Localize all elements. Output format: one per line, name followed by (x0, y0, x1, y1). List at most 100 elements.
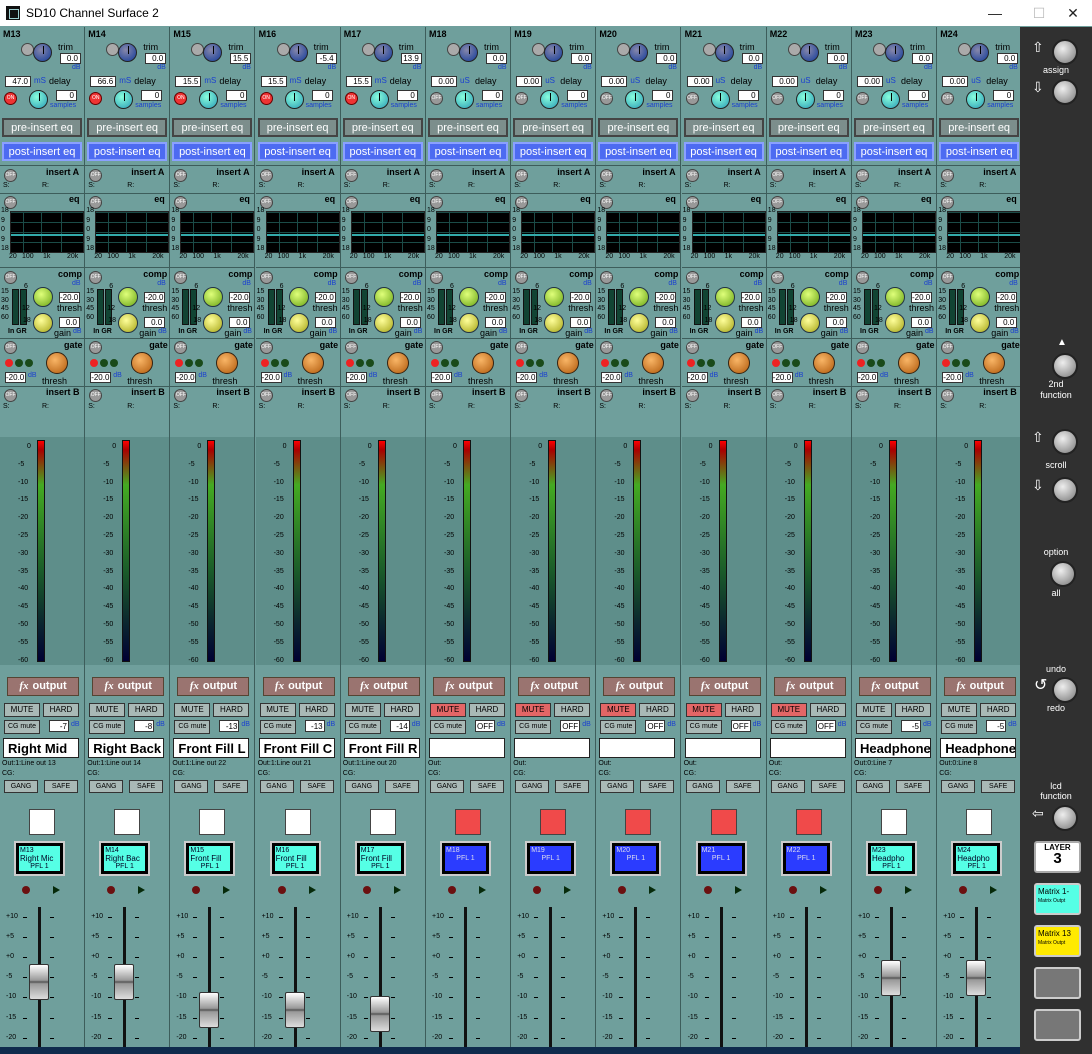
comp-thresh-knob[interactable] (714, 287, 735, 307)
play-icon[interactable] (53, 886, 60, 894)
play-icon[interactable] (649, 886, 657, 894)
lcd-display[interactable]: M19 PFL 1 (525, 841, 577, 876)
trim-knob[interactable] (33, 43, 52, 62)
record-icon[interactable] (362, 886, 371, 894)
post-insert-eq-button[interactable]: post-insert eq (513, 142, 594, 161)
fader-cap[interactable] (29, 964, 49, 1001)
close-button[interactable]: ✕ (1050, 0, 1092, 26)
delay-value[interactable]: 0.00 (516, 76, 543, 87)
delay-on-button[interactable]: OFF (685, 92, 699, 105)
cg-mute-value[interactable]: -13 (304, 720, 325, 732)
gate-off-button[interactable]: OFF (259, 341, 273, 354)
gang-button[interactable]: GANG (941, 780, 976, 793)
gate-off-button[interactable]: OFF (941, 341, 955, 354)
cg-mute-button[interactable]: CG mute (174, 720, 211, 734)
gang-button[interactable]: GANG (430, 780, 464, 793)
lcd-display[interactable]: M18 PFL 1 (440, 841, 491, 876)
channel-name[interactable]: Right Mid (3, 738, 79, 758)
fx-output-button[interactable]: fx output (944, 677, 1017, 696)
gate-thresh-knob[interactable] (983, 352, 1006, 374)
power-icon[interactable] (21, 43, 34, 56)
cg-mute-button[interactable]: CG mute (430, 720, 466, 734)
pre-insert-eq-button[interactable]: pre-insert eq (87, 118, 168, 137)
cg-mute-button[interactable]: CG mute (685, 720, 722, 734)
insert-b-off-button[interactable]: OFF (430, 389, 443, 402)
gang-button[interactable]: GANG (259, 780, 294, 793)
select-button[interactable] (29, 809, 55, 835)
eq-graph[interactable] (521, 211, 596, 253)
comp-thresh-knob[interactable] (459, 287, 479, 307)
cg-mute-value[interactable]: -13 (219, 720, 240, 732)
comp-off-button[interactable]: OFF (430, 271, 443, 284)
comp-thresh-value[interactable]: -20.0 (59, 292, 80, 303)
comp-thresh-knob[interactable] (203, 287, 224, 307)
gang-button[interactable]: GANG (515, 780, 550, 793)
safe-button[interactable]: SAFE (896, 780, 930, 793)
gate-off-button[interactable]: OFF (344, 341, 358, 354)
post-insert-eq-button[interactable]: post-insert eq (854, 142, 934, 161)
comp-off-button[interactable]: OFF (515, 271, 529, 284)
lcd-display[interactable]: M22 PFL 1 (780, 841, 832, 876)
delay-on-button[interactable]: OFF (941, 92, 955, 105)
cg-mute-button[interactable]: CG mute (4, 720, 40, 734)
insert-a-off-button[interactable]: OFF (856, 169, 869, 182)
comp-thresh-value[interactable]: -20.0 (655, 292, 677, 303)
select-button[interactable] (540, 809, 567, 835)
select-button[interactable] (795, 809, 822, 835)
fx-output-button[interactable]: fx output (518, 677, 591, 696)
trim-value[interactable]: 0.0 (486, 53, 507, 64)
trim-value[interactable]: 0.0 (656, 53, 678, 64)
channel-name[interactable]: Front Fill L (173, 738, 250, 758)
eq-graph[interactable] (691, 211, 766, 253)
fx-output-button[interactable]: fx output (7, 677, 79, 696)
insert-b-off-button[interactable]: OFF (174, 389, 188, 402)
record-icon[interactable] (788, 886, 797, 894)
trim-value[interactable]: 0.0 (741, 53, 763, 64)
lcd-display[interactable]: M20 PFL 1 (610, 841, 662, 876)
hard-button[interactable]: HARD (809, 703, 846, 717)
comp-thresh-knob[interactable] (799, 287, 820, 307)
fx-output-button[interactable]: fx output (433, 677, 505, 696)
record-icon[interactable] (874, 886, 882, 894)
trim-knob[interactable] (629, 43, 649, 62)
comp-gain-knob[interactable] (799, 313, 820, 333)
insert-b-off-button[interactable]: OFF (344, 389, 358, 402)
delay-on-button[interactable]: ON (259, 92, 273, 105)
comp-gain-value[interactable]: 0.0 (825, 317, 847, 328)
comp-gain-value[interactable]: 0.0 (570, 317, 592, 328)
comp-gain-value[interactable]: 0.0 (59, 317, 80, 328)
fx-output-button[interactable]: fx output (773, 677, 846, 696)
fx-output-button[interactable]: fx output (262, 677, 335, 696)
comp-gain-knob[interactable] (373, 313, 394, 333)
safe-button[interactable]: SAFE (725, 780, 760, 793)
samples-value[interactable]: 0 (993, 90, 1015, 101)
gang-button[interactable]: GANG (770, 780, 805, 793)
trim-knob[interactable] (459, 43, 478, 62)
comp-gain-knob[interactable] (714, 313, 735, 333)
insert-a-off-button[interactable]: OFF (259, 169, 273, 182)
delay-knob[interactable] (795, 90, 815, 109)
comp-gain-knob[interactable] (544, 313, 565, 333)
trim-value[interactable]: 0.0 (826, 53, 848, 64)
safe-button[interactable]: SAFE (384, 780, 419, 793)
samples-value[interactable]: 0 (482, 90, 503, 101)
pre-insert-eq-button[interactable]: pre-insert eq (854, 118, 934, 137)
insert-a-off-button[interactable]: OFF (685, 169, 699, 182)
blank-button-1[interactable] (1034, 967, 1081, 999)
hard-button[interactable]: HARD (980, 703, 1017, 717)
comp-thresh-knob[interactable] (373, 287, 394, 307)
pre-insert-eq-button[interactable]: pre-insert eq (342, 118, 423, 137)
trim-knob[interactable] (970, 43, 990, 62)
gate-thresh-value[interactable]: -20.0 (942, 372, 964, 383)
record-icon[interactable] (277, 886, 286, 894)
comp-off-button[interactable]: OFF (174, 271, 188, 284)
pre-insert-eq-button[interactable]: pre-insert eq (768, 118, 849, 137)
delay-on-button[interactable]: ON (89, 92, 103, 105)
comp-thresh-value[interactable]: -20.0 (229, 292, 251, 303)
insert-b-off-button[interactable]: OFF (259, 389, 273, 402)
layer-display[interactable]: LAYER 3 (1034, 841, 1081, 873)
delay-knob[interactable] (881, 90, 900, 109)
comp-gain-knob[interactable] (33, 313, 53, 333)
select-button[interactable] (199, 809, 226, 835)
delay-knob[interactable] (29, 90, 48, 109)
